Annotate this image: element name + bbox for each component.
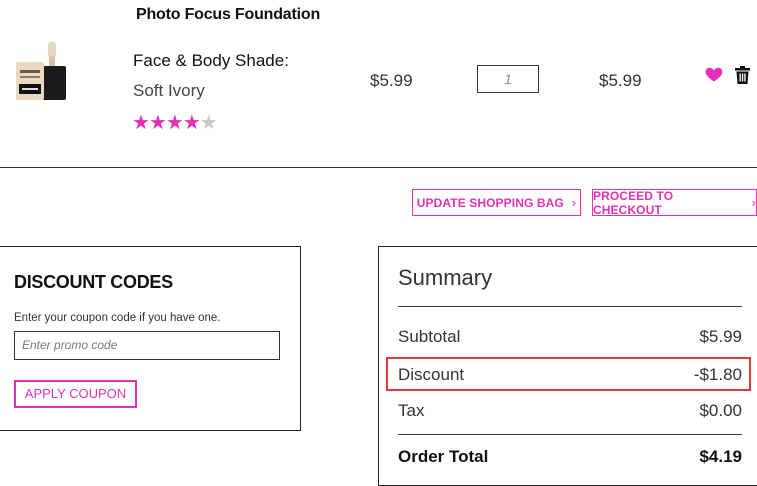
discount-help-text: Enter your coupon code if you have one. xyxy=(14,312,221,324)
order-total-label: Order Total xyxy=(398,447,489,466)
product-thumbnail[interactable] xyxy=(12,40,70,104)
summary-divider xyxy=(398,306,742,307)
subtotal-label: Subtotal xyxy=(398,327,461,346)
chevron-right-icon: › xyxy=(571,195,577,210)
proceed-to-checkout-label: PROCEED TO CHECKOUT xyxy=(593,188,674,217)
variant-label: Face & Body Shade: xyxy=(133,51,289,70)
star-filled-icon: ★ xyxy=(182,112,201,134)
discount-value: -$1.80 xyxy=(693,365,742,384)
promo-code-input[interactable]: Enter promo code xyxy=(14,331,280,360)
heart-icon[interactable] xyxy=(704,64,724,84)
update-shopping-bag-button[interactable]: UPDATE SHOPPING BAG › xyxy=(412,189,581,216)
discount-codes-title: DISCOUNT CODES xyxy=(14,272,173,292)
update-shopping-bag-label: UPDATE SHOPPING BAG xyxy=(416,195,564,210)
chevron-right-icon: › xyxy=(751,195,756,210)
unit-price: $5.99 xyxy=(370,71,413,90)
order-total-value: $4.19 xyxy=(699,447,742,466)
variant-value: Soft Ivory xyxy=(133,81,205,100)
summary-title: Summary xyxy=(398,265,493,290)
tax-label: Tax xyxy=(398,401,425,420)
apply-coupon-button[interactable]: APPLY COUPON xyxy=(14,380,137,408)
summary-divider xyxy=(398,434,742,435)
trash-icon[interactable] xyxy=(735,66,750,84)
discount-label: Discount xyxy=(398,365,465,384)
star-rating: ★★★★★ xyxy=(132,112,218,134)
star-filled-icon: ★ xyxy=(148,112,167,134)
star-filled-icon: ★ xyxy=(132,112,150,134)
line-total: $5.99 xyxy=(599,71,642,90)
subtotal-value: $5.99 xyxy=(699,327,742,346)
star-filled-icon: ★ xyxy=(165,112,184,134)
proceed-to-checkout-button[interactable]: PROCEED TO CHECKOUT › xyxy=(592,188,757,217)
tax-value: $0.00 xyxy=(699,401,742,420)
divider xyxy=(0,167,757,168)
quantity-input[interactable]: 1 xyxy=(477,65,539,93)
product-name[interactable]: Photo Focus Foundation xyxy=(136,6,320,24)
star-empty-icon: ★ xyxy=(199,112,218,134)
